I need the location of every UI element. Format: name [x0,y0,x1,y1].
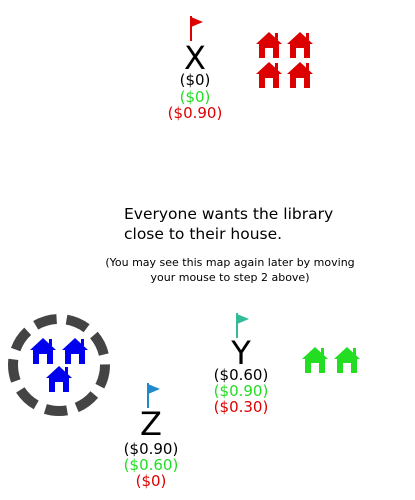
house-icon [46,366,72,392]
location-x-cost-red: ($0.90) [167,104,223,122]
location-y-label: Y [231,334,251,372]
location-y-cost-black: ($0.60) [213,366,269,384]
house-icon [256,32,282,58]
location-y-cost-green: ($0.90) [213,382,269,400]
red-house-group [256,32,313,88]
house-icon [62,338,88,364]
house-icon [30,338,56,364]
location-x-cost-green: ($0) [179,88,211,106]
location-x-cost-black: ($0) [179,71,211,89]
location-z-cost-red: ($0) [135,472,167,490]
house-icon [302,347,328,373]
location-y-cost-red: ($0.30) [213,398,269,416]
house-icon [334,347,360,373]
location-z-cost-green: ($0.60) [123,456,179,474]
location-z-label: Z [140,405,162,443]
house-icon [287,62,313,88]
blue-house-group [30,338,88,392]
instruction-note: (You may see this map again later by mov… [105,256,355,284]
house-icon [256,62,282,88]
red-flag-icon [190,16,203,41]
house-icon [287,32,313,58]
green-house-group [302,347,360,373]
instruction-message: Everyone wants the library close to thei… [124,205,334,243]
location-z-cost-black: ($0.90) [123,440,179,458]
location-x-label: X [184,39,206,77]
